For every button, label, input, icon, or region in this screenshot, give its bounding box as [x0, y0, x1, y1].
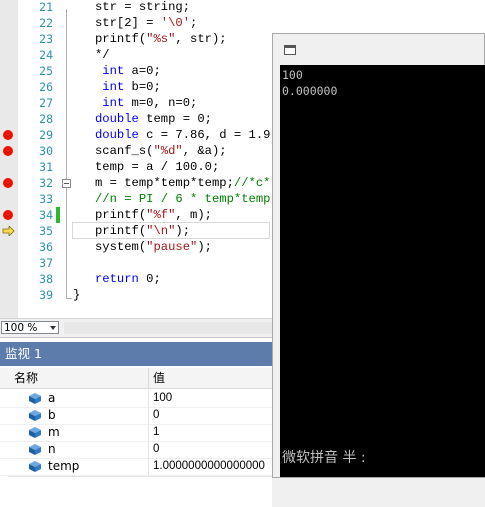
collapse-icon[interactable]: [62, 179, 71, 188]
variable-icon: [29, 461, 41, 472]
code-text[interactable]: temp = a / 100.0;: [73, 159, 219, 175]
line-number: 37: [39, 256, 53, 270]
line-number: 22: [39, 16, 53, 30]
code-text[interactable]: return 0;: [73, 271, 161, 287]
console-titlebar[interactable]: [273, 34, 484, 64]
code-text[interactable]: str = string;: [73, 0, 190, 15]
variable-icon: [29, 427, 41, 438]
column-divider: [148, 407, 149, 424]
breakpoint-icon[interactable]: [3, 178, 13, 188]
line-number: 28: [39, 112, 53, 126]
code-text[interactable]: printf("%s", str);: [73, 31, 227, 47]
watch-variable-name[interactable]: n: [48, 441, 56, 458]
code-text[interactable]: str[2] = '\0';: [73, 15, 197, 31]
column-divider: [148, 458, 149, 475]
column-divider: [148, 441, 149, 458]
code-text[interactable]: int a=0;: [73, 63, 161, 79]
line-number: 31: [39, 160, 53, 174]
code-text[interactable]: scanf_s("%d", &a);: [73, 143, 227, 159]
watch-variable-name[interactable]: b: [48, 407, 56, 424]
ime-status: 微软拼音 半 :: [282, 450, 366, 466]
line-number: 24: [39, 48, 53, 62]
variable-icon: [29, 410, 41, 421]
code-text[interactable]: }: [73, 287, 80, 303]
line-number: 30: [39, 144, 53, 158]
console-output-line: 100: [282, 68, 303, 82]
code-text[interactable]: //n = PI / 6 * temp*temp: [73, 191, 271, 207]
watch-variable-name[interactable]: m: [48, 424, 60, 441]
line-number: 34: [39, 208, 53, 222]
name-column-header[interactable]: 名称: [14, 368, 38, 388]
zoom-dropdown[interactable]: 100 %: [1, 321, 59, 334]
code-text[interactable]: m = temp*temp*temp;//*c*: [73, 175, 271, 191]
value-column-header[interactable]: 值: [153, 368, 165, 388]
chevron-down-icon: [50, 326, 56, 330]
zoom-value: 100 %: [4, 322, 38, 334]
console-window-icon: [284, 45, 296, 55]
code-line[interactable]: 22 str[2] = '\0';: [0, 15, 485, 31]
watch-variable-name[interactable]: temp: [48, 458, 79, 475]
console-bottom-edge: [272, 478, 485, 507]
watch-variable-value[interactable]: 100: [153, 390, 172, 407]
current-statement-arrow-icon: [2, 226, 15, 236]
line-number: 27: [39, 96, 53, 110]
watch-variable-name[interactable]: a: [48, 390, 55, 407]
console-window[interactable]: 100 0.000000 微软拼音 半 :: [272, 33, 485, 478]
code-text[interactable]: printf("%f", m);: [73, 207, 212, 223]
code-text[interactable]: */: [73, 47, 110, 63]
line-number: 25: [39, 64, 53, 78]
line-number: 21: [39, 0, 53, 14]
line-number: 35: [39, 224, 53, 238]
variable-icon: [29, 444, 41, 455]
watch-variable-value[interactable]: 0: [153, 441, 159, 458]
column-divider: [148, 424, 149, 441]
watch-variable-value[interactable]: 1: [153, 424, 159, 441]
code-text[interactable]: double c = 7.86, d = 1.9: [73, 127, 271, 143]
line-number: 38: [39, 272, 53, 286]
watch-variable-value[interactable]: 1.0000000000000000: [153, 458, 265, 475]
code-text[interactable]: int m=0, n=0;: [73, 95, 197, 111]
breakpoint-icon[interactable]: [3, 130, 13, 140]
console-output-line: 0.000000: [282, 84, 338, 98]
breakpoint-icon[interactable]: [3, 210, 13, 220]
line-number: 26: [39, 80, 53, 94]
line-number: 32: [39, 176, 53, 190]
line-number: 33: [39, 192, 53, 206]
column-divider[interactable]: [148, 368, 149, 388]
code-text[interactable]: printf("\n");: [73, 223, 190, 239]
code-text[interactable]: double temp = 0;: [73, 111, 212, 127]
code-line[interactable]: 21 str = string;: [0, 0, 485, 15]
line-number: 29: [39, 128, 53, 142]
variable-icon: [29, 393, 41, 404]
code-text[interactable]: system("pause");: [73, 239, 212, 255]
code-text[interactable]: int b=0;: [73, 79, 161, 95]
column-divider: [148, 390, 149, 407]
console-output[interactable]: 100 0.000000 微软拼音 半 :: [280, 65, 485, 477]
line-number: 39: [39, 288, 53, 302]
watch-variable-value[interactable]: 0: [153, 407, 159, 424]
change-marker: [56, 207, 60, 223]
breakpoint-icon[interactable]: [3, 146, 13, 156]
line-number: 23: [39, 32, 53, 46]
line-number: 36: [39, 240, 53, 254]
